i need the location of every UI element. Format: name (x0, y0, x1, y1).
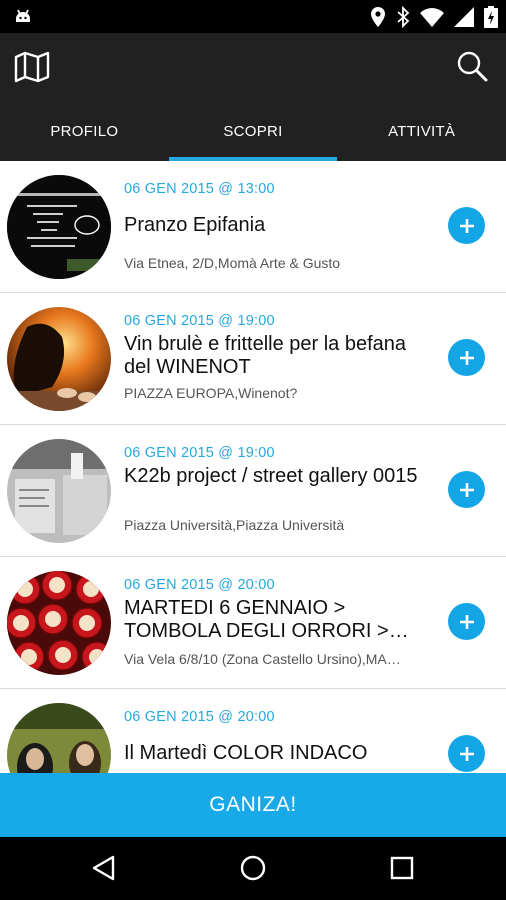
plus-icon (459, 746, 474, 761)
event-place: PIAZZA EUROPA,Winenot? (124, 385, 298, 401)
event-row[interactable]: 06 GEN 2015 @ 19:00 K22b project / stree… (0, 425, 506, 557)
add-button[interactable] (448, 207, 485, 244)
plus-icon (459, 614, 474, 629)
home-icon[interactable] (238, 853, 268, 883)
plus-icon (459, 218, 474, 233)
event-row[interactable]: 06 GEN 2015 @ 13:00 Pranzo Epifania Via … (0, 161, 506, 293)
event-place: Via Vela 6/8/10 (Zona Castello Ursino),M… (124, 651, 401, 667)
battery-icon (484, 6, 498, 28)
signal-icon (454, 7, 474, 27)
event-date: 06 GEN 2015 @ 20:00 (124, 709, 275, 725)
plus-icon (459, 482, 474, 497)
back-icon[interactable] (89, 853, 119, 883)
event-place: Piazza Università,Piazza Università (124, 517, 345, 533)
event-thumbnail (7, 307, 111, 411)
event-title: MARTEDI 6 GENNAIO > TOMBOLA DEGLI ORRORI… (124, 597, 409, 642)
event-thumbnail (7, 439, 111, 543)
event-date: 06 GEN 2015 @ 19:00 (124, 313, 275, 329)
event-thumbnail (7, 571, 111, 675)
event-date: 06 GEN 2015 @ 13:00 (124, 181, 275, 197)
event-title: Pranzo Epifania (124, 214, 266, 236)
tab-scopri[interactable]: SCOPRI (168, 101, 338, 161)
tab-attivita[interactable]: ATTIVITÀ (337, 101, 506, 161)
ganiza-button[interactable]: GANIZA! (0, 773, 506, 837)
event-row[interactable]: 06 GEN 2015 @ 19:00 Vin brulè e frittell… (0, 293, 506, 425)
add-button[interactable] (448, 735, 485, 772)
android-notification-icon (16, 9, 30, 22)
event-thumbnail (7, 703, 111, 773)
add-button[interactable] (448, 471, 485, 508)
tab-profilo[interactable]: PROFILO (0, 101, 169, 161)
map-icon[interactable] (14, 51, 50, 83)
bluetooth-icon (397, 6, 410, 28)
search-icon[interactable] (456, 50, 488, 82)
add-button[interactable] (448, 603, 485, 640)
event-thumbnail (7, 175, 111, 279)
event-title: Vin brulè e frittelle per la befana del … (124, 333, 407, 378)
app-bar (0, 33, 506, 101)
event-date: 06 GEN 2015 @ 20:00 (124, 577, 275, 593)
plus-icon (459, 350, 474, 365)
wifi-icon (420, 8, 444, 27)
recents-icon[interactable] (387, 853, 417, 883)
event-title: Il Martedì COLOR INDACO (124, 742, 368, 764)
event-date: 06 GEN 2015 @ 19:00 (124, 445, 275, 461)
tab-bar: PROFILO SCOPRI ATTIVITÀ (0, 101, 506, 161)
event-place: Via Etnea, 2/D,Momà Arte & Gusto (124, 255, 341, 271)
location-icon (371, 7, 385, 27)
event-title: K22b project / street gallery 0015 (124, 465, 418, 487)
status-bar (0, 0, 506, 33)
add-button[interactable] (448, 339, 485, 376)
event-list: 06 GEN 2015 @ 13:00 Pranzo Epifania Via … (0, 161, 506, 773)
event-row[interactable]: 06 GEN 2015 @ 20:00 MARTEDI 6 GENNAIO > … (0, 557, 506, 689)
event-row[interactable]: 06 GEN 2015 @ 20:00 Il Martedì COLOR IND… (0, 689, 506, 773)
system-nav-bar (0, 837, 506, 900)
